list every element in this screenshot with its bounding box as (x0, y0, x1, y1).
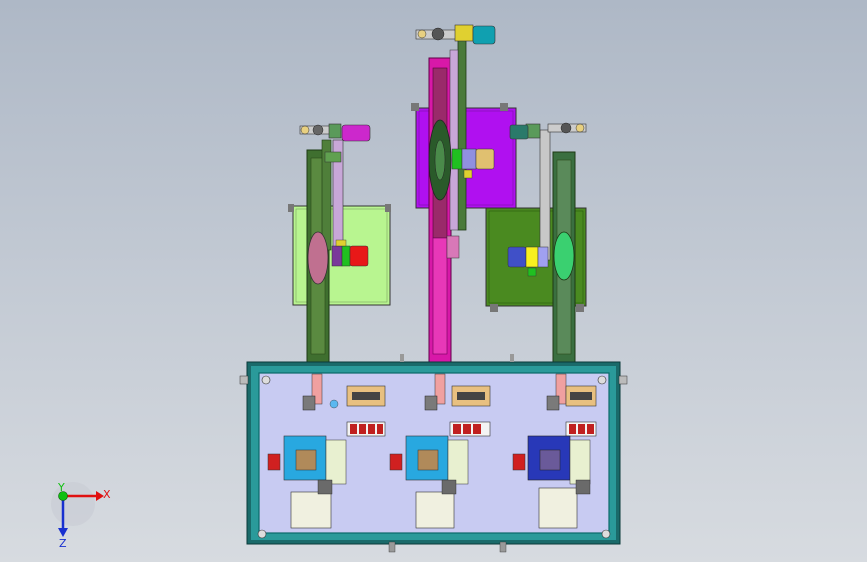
left-spindle (299, 123, 342, 139)
corner-screw (257, 529, 267, 539)
left-motor-top[interactable] (341, 124, 371, 142)
axis-triad: X Y Z (51, 481, 111, 550)
center-motor-top[interactable] (472, 25, 496, 45)
right-spindle (525, 122, 587, 139)
x-axis-label: X (103, 488, 111, 501)
y-axis-label: Y (57, 481, 65, 494)
center-spindle (415, 24, 474, 42)
right-motor-top[interactable] (509, 124, 529, 140)
z-axis-arrow (58, 528, 68, 537)
center-tower (411, 24, 517, 363)
cad-viewport[interactable]: X Y Z (0, 0, 867, 562)
left-tower (288, 123, 391, 363)
assembly-drawing: X Y Z (51, 24, 628, 553)
right-drive-shaft[interactable] (539, 129, 551, 261)
center-drive-shaft[interactable] (457, 39, 467, 231)
left-pulley[interactable] (307, 231, 329, 285)
z-axis-label: Z (59, 537, 67, 550)
corner-screw (597, 375, 607, 385)
corner-screw (261, 375, 271, 385)
right-pulley[interactable] (553, 231, 575, 281)
corner-screw (601, 529, 611, 539)
